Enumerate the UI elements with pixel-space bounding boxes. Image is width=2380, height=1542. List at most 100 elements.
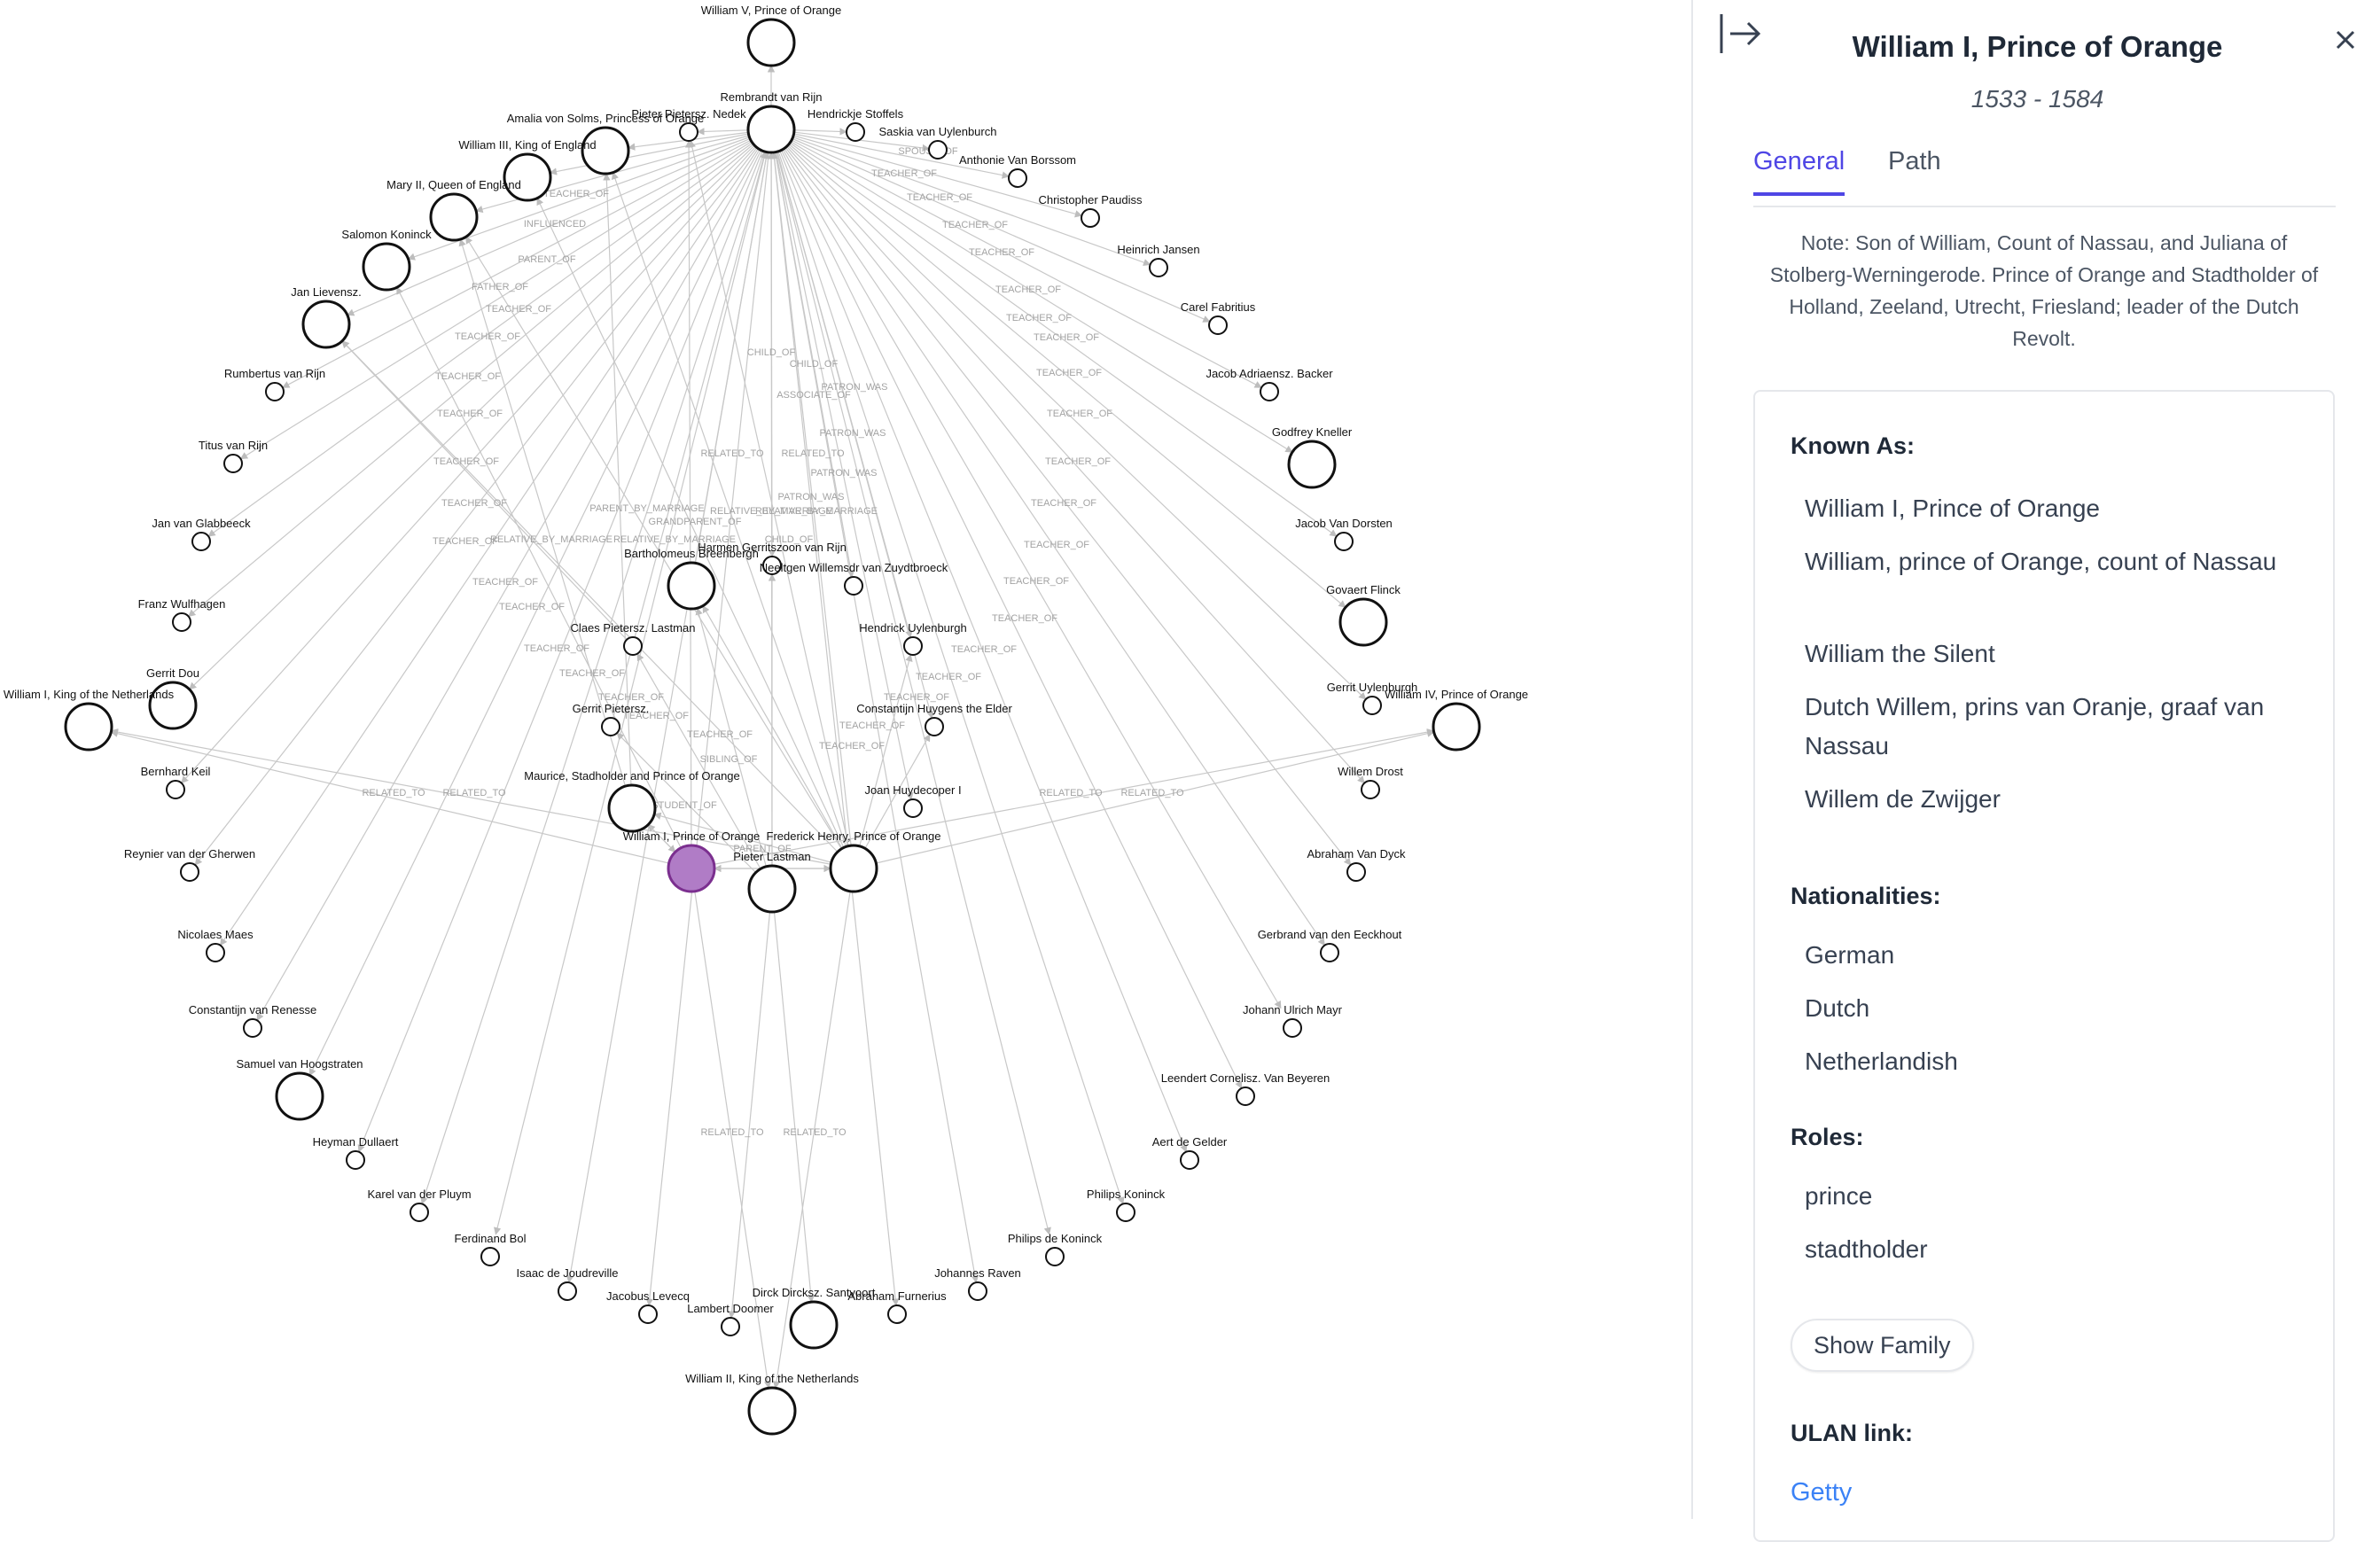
graph-node[interactable]: Philips de Koninck <box>1008 1232 1103 1266</box>
node-circle[interactable] <box>1208 315 1228 335</box>
node-circle[interactable] <box>623 636 643 656</box>
node-circle[interactable] <box>1287 440 1337 489</box>
graph-node[interactable]: Bernhard Keil <box>141 765 211 799</box>
graph-node[interactable]: Heyman Dullaert <box>313 1135 399 1170</box>
node-circle[interactable] <box>558 1281 577 1301</box>
graph-node[interactable]: Govaert Flinck <box>1326 583 1401 647</box>
node-circle[interactable] <box>275 1071 324 1121</box>
graph-node[interactable]: Samuel van Hoogstraten <box>236 1057 363 1121</box>
graph-node[interactable]: Nicolaes Maes <box>177 928 254 962</box>
node-circle[interactable] <box>1320 943 1339 962</box>
node-circle[interactable] <box>667 844 716 893</box>
graph-node[interactable]: Leendert Cornelisz. Van Beyeren <box>1161 1071 1330 1106</box>
graph-node[interactable]: William IV, Prince of Orange <box>1385 688 1528 752</box>
graph-node[interactable]: Isaac de Joudreville <box>517 1266 619 1301</box>
graph-node[interactable]: Rumbertus van Rijn <box>224 367 325 401</box>
graph-node[interactable]: William II, King of the Netherlands <box>685 1372 859 1436</box>
node-circle[interactable] <box>1334 532 1354 551</box>
graph-node[interactable]: Ferdinand Bol <box>455 1232 527 1266</box>
graph-node[interactable]: Carel Fabritius <box>1181 300 1256 335</box>
graph-node[interactable]: Jacob Adriaensz. Backer <box>1206 367 1333 401</box>
graph-node[interactable]: Jan van Glabbeeck <box>152 517 251 551</box>
tab-path[interactable]: Path <box>1888 147 1941 192</box>
node-circle[interactable] <box>1045 1247 1065 1266</box>
graph-node[interactable]: Titus van Rijn <box>199 439 268 473</box>
graph-node[interactable]: Philips Koninck <box>1087 1188 1166 1222</box>
node-circle[interactable] <box>1149 258 1168 277</box>
graph-node[interactable]: Heinrich Jansen <box>1117 243 1200 277</box>
node-circle[interactable] <box>638 1304 658 1324</box>
node-circle[interactable] <box>301 300 351 349</box>
node-circle[interactable] <box>607 783 657 833</box>
node-circle[interactable] <box>206 943 225 962</box>
node-circle[interactable] <box>601 717 620 736</box>
graph-node[interactable]: Abraham Van Dyck <box>1307 847 1406 882</box>
graph-node[interactable]: Constantijn van Renesse <box>189 1003 317 1038</box>
node-circle[interactable] <box>1338 597 1388 647</box>
graph-node[interactable]: Rembrandt van Rijn <box>721 90 823 154</box>
node-circle[interactable] <box>1116 1203 1135 1222</box>
tab-general[interactable]: General <box>1753 147 1845 196</box>
node-circle[interactable] <box>887 1304 907 1324</box>
node-circle[interactable] <box>265 382 285 401</box>
node-circle[interactable] <box>480 1247 500 1266</box>
graph-node[interactable]: Johannes Raven <box>934 1266 1021 1301</box>
graph-node[interactable]: Willem Drost <box>1338 765 1403 799</box>
node-circle[interactable] <box>180 862 199 882</box>
node-circle[interactable] <box>1260 382 1279 401</box>
node-circle[interactable] <box>903 636 923 656</box>
getty-link[interactable]: Getty <box>1791 1478 1852 1507</box>
graph-node[interactable]: Christopher Paudiss <box>1038 193 1143 228</box>
node-circle[interactable] <box>746 105 796 154</box>
node-circle[interactable] <box>1361 780 1380 799</box>
graph-node[interactable]: Pieter Lastman <box>733 850 811 914</box>
node-circle[interactable] <box>721 1317 740 1336</box>
node-circle[interactable] <box>1283 1018 1302 1038</box>
node-circle[interactable] <box>191 532 211 551</box>
node-circle[interactable] <box>968 1281 987 1301</box>
node-circle[interactable] <box>223 454 243 473</box>
graph-node[interactable]: Karel van der Pluym <box>367 1188 472 1222</box>
graph-node[interactable]: Johann Ulrich Mayr <box>1243 1003 1343 1038</box>
node-circle[interactable] <box>346 1150 365 1170</box>
node-circle[interactable] <box>1432 702 1481 752</box>
graph-node[interactable]: Gerbrand van den Eeckhout <box>1258 928 1402 962</box>
node-circle[interactable] <box>928 140 948 160</box>
graph-node[interactable]: Jacob Van Dorsten <box>1295 517 1393 551</box>
node-circle[interactable] <box>746 18 796 67</box>
graph-node[interactable]: Jacobus Levecq <box>606 1289 690 1324</box>
node-circle[interactable] <box>747 1386 797 1436</box>
graph-node[interactable]: Aert de Gelder <box>1152 1135 1228 1170</box>
graph-canvas[interactable]: TEACHER_OF INFLUENCED PARENT_OF FATHER_OF TE… <box>0 0 1691 1519</box>
node-circle[interactable] <box>410 1203 429 1222</box>
graph-node[interactable]: Neeltgen Willemsdr van Zuydtbroeck <box>760 561 948 596</box>
node-circle[interactable] <box>925 717 944 736</box>
node-circle[interactable] <box>503 152 552 202</box>
node-circle[interactable] <box>846 122 865 142</box>
graph-node[interactable]: Godfrey Kneller <box>1272 425 1353 489</box>
node-circle[interactable] <box>1081 208 1100 228</box>
graph-node[interactable]: Bartholomeus Breenbergh <box>624 547 759 611</box>
node-circle[interactable] <box>903 798 923 818</box>
node-circle[interactable] <box>667 561 716 611</box>
graph-node[interactable]: Jan Lievensz. <box>291 285 362 349</box>
node-circle[interactable] <box>172 612 191 632</box>
node-circle[interactable] <box>747 864 797 914</box>
node-circle[interactable] <box>1180 1150 1199 1170</box>
node-circle[interactable] <box>166 780 185 799</box>
node-circle[interactable] <box>1362 696 1382 715</box>
graph-node[interactable]: Joan Huydecoper I <box>864 783 962 818</box>
graph-node[interactable]: Reynier van der Gherwen <box>124 847 255 882</box>
graph-node[interactable]: Abraham Furnerius <box>847 1289 947 1324</box>
show-family-button[interactable]: Show Family <box>1791 1319 1974 1372</box>
network-graph[interactable]: TEACHER_OF INFLUENCED PARENT_OF FATHER_OF TE… <box>0 0 1691 1519</box>
node-circle[interactable] <box>844 576 863 596</box>
node-circle[interactable] <box>1346 862 1366 882</box>
node-circle[interactable] <box>1236 1086 1255 1106</box>
node-circle[interactable] <box>64 702 113 752</box>
node-circle[interactable] <box>1008 168 1027 188</box>
node-circle[interactable] <box>362 242 411 292</box>
nodes-layer[interactable]: William V, Prince of Orange Rembrandt van… <box>4 4 1528 1436</box>
graph-node[interactable]: Franz Wulfhagen <box>138 597 226 632</box>
node-circle[interactable] <box>829 844 878 893</box>
